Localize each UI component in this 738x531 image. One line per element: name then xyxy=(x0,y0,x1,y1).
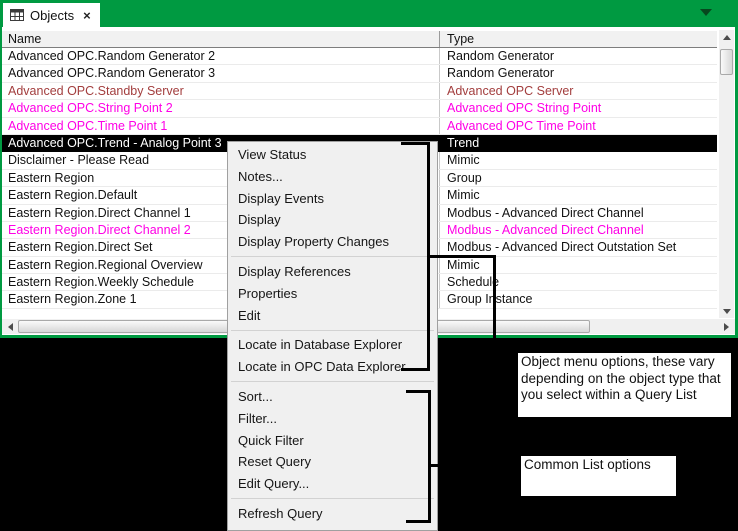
bracket-bottom-bottom-line xyxy=(406,520,431,523)
callout-connector-horizontal xyxy=(429,255,495,258)
cell-name: Advanced OPC.Standby Server xyxy=(2,82,440,100)
scroll-left-button[interactable] xyxy=(3,319,17,334)
cell-type: Advanced OPC Server xyxy=(447,83,574,98)
annotation-object-menu-options: Object menu options, these vary dependin… xyxy=(518,353,731,417)
scroll-right-icon xyxy=(723,322,729,331)
column-header-name[interactable]: Name xyxy=(2,31,440,47)
cell-name: Advanced OPC.Time Point 1 xyxy=(2,117,440,134)
cell-type: Modbus - Advanced Direct Channel xyxy=(447,205,644,220)
cell-type: Random Generator xyxy=(447,66,555,81)
bracket-top-bottom-line xyxy=(401,368,430,371)
menu-separator xyxy=(231,498,434,500)
cell-name: Advanced OPC.Random Generator 3 xyxy=(2,65,440,82)
menu-item-view-status[interactable]: View Status xyxy=(228,144,437,166)
scroll-right-button[interactable] xyxy=(719,319,733,334)
object-context-menu: View Status Notes... Display Events Disp… xyxy=(227,141,438,531)
vertical-scrollbar[interactable] xyxy=(719,30,734,318)
cell-type: Modbus - Advanced Direct Outstation Set xyxy=(447,240,677,255)
vertical-scroll-thumb[interactable] xyxy=(720,49,733,75)
table-row-2[interactable]: Advanced OPC.Standby Server Advanced OPC… xyxy=(2,82,717,101)
close-icon[interactable]: × xyxy=(83,9,91,22)
callout-connector-vertical xyxy=(493,255,496,355)
cell-name: Advanced OPC.String Point 2 xyxy=(2,100,440,117)
annotation-common-list-options: Common List options xyxy=(521,456,676,496)
cell-type: Schedule xyxy=(447,275,500,290)
scroll-up-icon xyxy=(722,34,731,40)
menu-separator xyxy=(231,256,434,258)
menu-item-quick-filter[interactable]: Quick Filter xyxy=(228,430,437,452)
cell-type: Mimic xyxy=(447,257,480,272)
cell-type: Random Generator xyxy=(447,49,555,63)
cell-type: Trend xyxy=(447,135,480,150)
menu-item-reset-query[interactable]: Reset Query xyxy=(228,451,437,473)
menu-item-edit-query[interactable]: Edit Query... xyxy=(228,473,437,495)
column-header-type[interactable]: Type xyxy=(440,31,717,47)
menu-separator xyxy=(231,329,434,331)
cell-type: Mimic xyxy=(447,188,480,203)
table-row-0[interactable]: Advanced OPC.Random Generator 2 Random G… xyxy=(2,48,717,66)
menu-item-edit[interactable]: Edit xyxy=(228,305,437,327)
menu-item-display-references[interactable]: Display References xyxy=(228,261,437,283)
cell-type: Group Instance xyxy=(447,292,533,307)
scroll-left-icon xyxy=(7,322,13,331)
scroll-down-icon xyxy=(722,308,731,314)
callout-connector-bottom xyxy=(430,464,521,467)
tab-title: Objects xyxy=(30,7,75,23)
scroll-up-button[interactable] xyxy=(719,30,734,44)
tab-objects[interactable]: Objects × xyxy=(3,3,100,27)
menu-item-display-events[interactable]: Display Events xyxy=(228,188,437,210)
table-grid-icon xyxy=(10,9,24,21)
bracket-bottom-vertical xyxy=(428,390,431,523)
cell-name: Advanced OPC.Random Generator 2 xyxy=(2,48,440,65)
cell-type: Group xyxy=(447,170,482,185)
cell-type: Modbus - Advanced Direct Channel xyxy=(447,222,644,237)
bracket-top-line xyxy=(401,142,430,145)
cell-type: Mimic xyxy=(447,153,480,168)
table-row-3[interactable]: Advanced OPC.String Point 2 Advanced OPC… xyxy=(2,100,717,118)
menu-separator xyxy=(231,381,434,383)
chevron-down-icon[interactable] xyxy=(700,9,712,16)
menu-item-display[interactable]: Display xyxy=(228,209,437,231)
table-row-4[interactable]: Advanced OPC.Time Point 1 Advanced OPC T… xyxy=(2,117,717,135)
cell-type: Advanced OPC Time Point xyxy=(447,118,596,133)
cell-type: Advanced OPC String Point xyxy=(447,101,602,116)
scroll-down-button[interactable] xyxy=(719,304,734,318)
menu-item-display-property-changes[interactable]: Display Property Changes xyxy=(228,231,437,253)
table-row-1[interactable]: Advanced OPC.Random Generator 3 Random G… xyxy=(2,65,717,83)
menu-item-locate-in-database-explorer[interactable]: Locate in Database Explorer xyxy=(228,334,437,356)
menu-item-notes[interactable]: Notes... xyxy=(228,166,437,188)
menu-item-properties[interactable]: Properties xyxy=(228,283,437,305)
grid-header: Name Type xyxy=(2,31,717,48)
menu-item-filter[interactable]: Filter... xyxy=(228,408,437,430)
window-titlebar: Objects × xyxy=(0,0,738,27)
